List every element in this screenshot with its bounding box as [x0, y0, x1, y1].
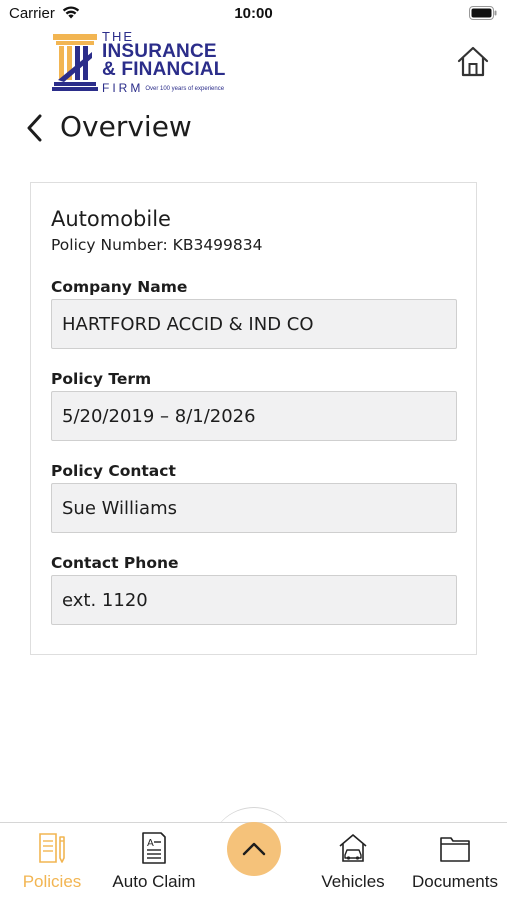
policy-term-label: Policy Term [51, 370, 152, 388]
auto-claim-icon: A [142, 832, 166, 864]
policy-contact-label: Policy Contact [51, 462, 176, 480]
tab-label-documents: Documents [412, 872, 498, 891]
policy-term-field: 5/20/2019 – 8/1/2026 [51, 391, 457, 441]
policy-card: Automobile Policy Number: KB3499834 Comp… [30, 182, 477, 655]
company-name-label: Company Name [51, 278, 188, 296]
company-logo: THE INSURANCE & FINANCIAL FIRM Over 100 y… [50, 30, 226, 95]
pillar-logo-icon [52, 34, 98, 91]
back-button[interactable] [22, 112, 52, 144]
policy-type: Automobile [51, 207, 171, 231]
tab-label-vehicles: Vehicles [321, 872, 385, 891]
contact-phone-label: Contact Phone [51, 554, 179, 572]
car-icon [339, 834, 367, 862]
svg-text:A: A [147, 838, 154, 849]
home-icon [457, 46, 489, 77]
tab-label-policies: Policies [22, 872, 82, 891]
logo-text-financial: & FINANCIAL [102, 59, 226, 80]
policy-contact-field: Sue Williams [51, 483, 457, 533]
policy-number: Policy Number: KB3499834 [51, 236, 263, 254]
logo-tagline: Over 100 years of experience [145, 86, 225, 92]
tab-policies[interactable]: Policies [14, 831, 90, 892]
battery-icon [469, 6, 497, 25]
clock: 10:00 [234, 5, 273, 22]
chevron-up-icon [242, 842, 266, 856]
status-bar: Carrier 10:00 [0, 0, 507, 28]
page-title: Overview [60, 110, 192, 143]
logo-text-firm: FIRM [102, 81, 144, 95]
company-name-field: HARTFORD ACCID & IND CO [51, 299, 457, 349]
tab-documents[interactable]: Documents [406, 831, 504, 892]
home-button[interactable] [455, 44, 491, 80]
tab-label-auto-claim: Auto Claim [112, 872, 196, 891]
contact-phone-field: ext. 1120 [51, 575, 457, 625]
tab-vehicles[interactable]: Vehicles [314, 831, 392, 892]
chevron-left-icon [27, 114, 42, 142]
expand-menu-button[interactable] [227, 822, 281, 876]
tab-auto-claim[interactable]: A Auto Claim [106, 831, 202, 892]
policies-icon [39, 833, 65, 863]
folder-icon [440, 837, 470, 862]
